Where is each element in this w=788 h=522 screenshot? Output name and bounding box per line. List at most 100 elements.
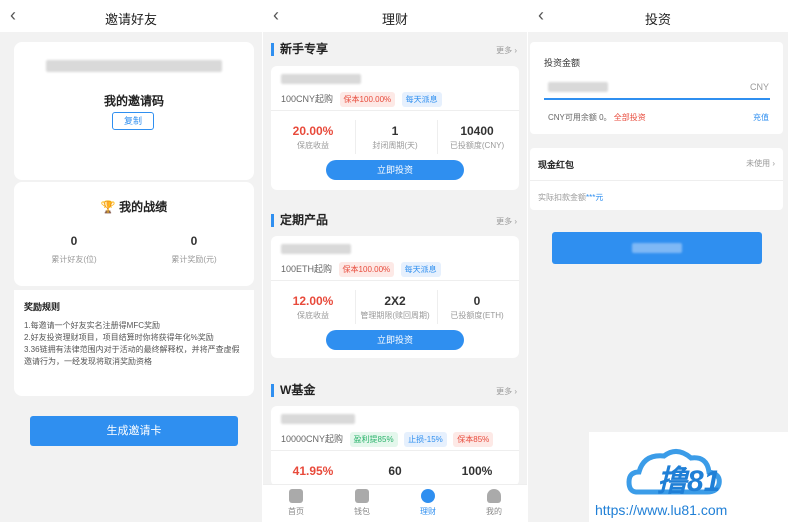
tag-principal: 保本100.00% (338, 262, 395, 277)
my-code-label: 我的邀请码 (103, 94, 164, 108)
rule-item: 1.每邀请一个好友实名注册得MFC奖励 (24, 321, 160, 330)
copy-button[interactable]: 复制 (112, 112, 154, 130)
stat-yield: 12.00% (292, 294, 334, 308)
reward-total: 0 (190, 234, 198, 248)
section-title-fixed: 定期产品 (271, 214, 328, 227)
rules-title: 奖励规则 (24, 302, 61, 312)
red-packet-card[interactable]: 现金红包 未使用 › 实际扣款金额***元 (530, 148, 783, 210)
achievements-card: 🏆 我的战绩 0 累计好友(位) 0 累计奖励(元) (14, 182, 254, 286)
watermark-url: https://www.lu81.com (595, 502, 728, 518)
recharge-link[interactable]: 充值 (753, 112, 769, 123)
more-link[interactable]: 更多 › (496, 45, 517, 56)
chevron-right-icon: › (514, 387, 517, 396)
tab-finance[interactable]: 理财 (395, 485, 461, 517)
tag-principal: 保本85% (453, 432, 494, 447)
stat-invested: 10400 (460, 124, 494, 138)
more-link[interactable]: 更多 › (496, 386, 517, 397)
deduct-value: ***元 (586, 193, 604, 202)
tag-interest: 每天派息 (401, 92, 442, 107)
product-min: 10000CNY起购 盈利提85% 止损-15% 保本85% (281, 432, 494, 447)
tab-mine[interactable]: 我的 (461, 485, 527, 517)
stat-ratio: 100% (461, 464, 493, 478)
deduct-amount: 实际扣款金额***元 (538, 192, 603, 203)
rule-item: 3.36链拥有法律范围内对于活动的最终解释权，并将严查虚假邀请行为，一经发现将取… (24, 345, 240, 366)
more-label: 更多 (496, 387, 513, 396)
nav-bar: ‹ 投资 (528, 0, 788, 32)
product-card-fund[interactable]: 10000CNY起购 盈利提85% 止损-15% 保本85% 41.95% 60… (271, 406, 519, 486)
min-purchase: 100ETH起购 (281, 264, 333, 274)
user-icon (487, 489, 501, 503)
product-card-fixed[interactable]: 100ETH起购 保本100.00% 每天派息 12.00% 保底收益 2X2 … (271, 236, 519, 358)
red-packet-label: 现金红包 (538, 160, 575, 170)
deduct-prefix: 实际扣款金额 (538, 193, 586, 202)
page-title: 邀请好友 (104, 12, 157, 27)
stat-invested-label: 已投额度(ETH) (450, 311, 504, 320)
rule-item: 2.好友投资理财项目，项目结算时你将获得年化%奖励 (24, 333, 214, 342)
currency-label: CNY (749, 82, 769, 92)
blurred-code (46, 60, 222, 72)
tab-wallet[interactable]: 钱包 (329, 485, 395, 517)
invite-screen: ‹ 邀请好友 我的邀请码 复制 🏆 我的战绩 0 累计好友(位) 0 累计奖励(… (0, 0, 262, 522)
section-title-newbie: 新手专享 (271, 43, 328, 56)
achievements-title-text: 我的战绩 (119, 200, 168, 214)
available-balance: CNY可用余额 0。 全部投资 (548, 112, 646, 123)
nav-bar: ‹ 理财 (263, 0, 527, 32)
product-min: 100CNY起购 保本100.00% 每天派息 (281, 92, 442, 107)
blurred-product-name (281, 74, 361, 84)
stat-yield-label: 保底收益 (297, 311, 329, 320)
chevron-right-icon: › (514, 46, 517, 55)
blurred-product-name (281, 414, 355, 424)
stat-yield: 20.00% (292, 124, 334, 138)
amount-label: 投资金额 (544, 58, 581, 68)
more-label: 更多 (496, 217, 513, 226)
red-packet-status: 未使用 › (746, 158, 775, 169)
tab-label: 首页 (288, 507, 304, 516)
unused-label: 未使用 (746, 159, 771, 168)
blurred-product-name (281, 244, 351, 254)
page-title: 投资 (644, 12, 671, 27)
invite-code-card: 我的邀请码 复制 (14, 42, 254, 180)
chevron-right-icon: › (772, 159, 775, 168)
nav-bar: ‹ 邀请好友 (0, 0, 262, 32)
blurred-button-label (632, 243, 682, 253)
tab-label: 钱包 (354, 507, 370, 516)
section-title-fund: W基金 (271, 384, 315, 397)
invest-now-button[interactable]: 立即投资 (326, 160, 464, 180)
product-min: 100ETH起购 保本100.00% 每天派息 (281, 262, 441, 277)
friends-count: 0 (70, 234, 78, 248)
trophy-icon: 🏆 (100, 200, 116, 214)
tag-interest: 每天派息 (400, 262, 441, 277)
bottom-tab-bar: 首页 钱包 理财 我的 (263, 484, 527, 522)
rules-card: 奖励规则 1.每邀请一个好友实名注册得MFC奖励 2.好友投资理财项目，项目结算… (14, 290, 254, 396)
tag-stop-loss: 止损-15% (404, 432, 447, 447)
rules-list: 1.每邀请一个好友实名注册得MFC奖励 2.好友投资理财项目，项目结算时你将获得… (24, 320, 246, 368)
wallet-icon (355, 489, 369, 503)
finance-icon (421, 489, 435, 503)
tag-profit: 盈利提85% (349, 432, 398, 447)
more-link[interactable]: 更多 › (496, 216, 517, 227)
page-title: 理财 (381, 12, 408, 27)
generate-card-button[interactable]: 生成邀请卡 (30, 416, 238, 446)
watermark: 撸81 https://www.lu81.com (589, 432, 788, 522)
friends-count-label: 累计好友(位) (51, 255, 97, 264)
stat-invested: 0 (473, 294, 481, 308)
confirm-invest-button[interactable] (552, 232, 762, 264)
product-card-newbie[interactable]: 100CNY起购 保本100.00% 每天派息 20.00% 保底收益 1 封闭… (271, 66, 519, 190)
invest-all-link[interactable]: 全部投资 (614, 113, 646, 122)
more-label: 更多 (496, 46, 513, 55)
chevron-right-icon: › (514, 217, 517, 226)
stat-period: 60 (388, 464, 402, 478)
stat-term: 2X2 (384, 294, 406, 308)
amount-input[interactable] (548, 82, 608, 92)
stat-invested-label: 已投额度(CNY) (449, 141, 505, 150)
stat-yield-label: 保底收益 (297, 141, 329, 150)
invest-now-button[interactable]: 立即投资 (326, 330, 464, 350)
min-purchase: 100CNY起购 (281, 94, 334, 104)
tag-principal: 保本100.00% (339, 92, 396, 107)
tab-label: 我的 (486, 507, 502, 516)
tab-home[interactable]: 首页 (263, 485, 329, 517)
stat-term-label: 管理期限(赎回周期) (360, 311, 430, 320)
min-purchase: 10000CNY起购 (281, 434, 344, 444)
amount-card: 投资金额 CNY CNY可用余额 0。 全部投资 充值 (530, 42, 783, 134)
logo-text: 撸81 (657, 465, 721, 498)
